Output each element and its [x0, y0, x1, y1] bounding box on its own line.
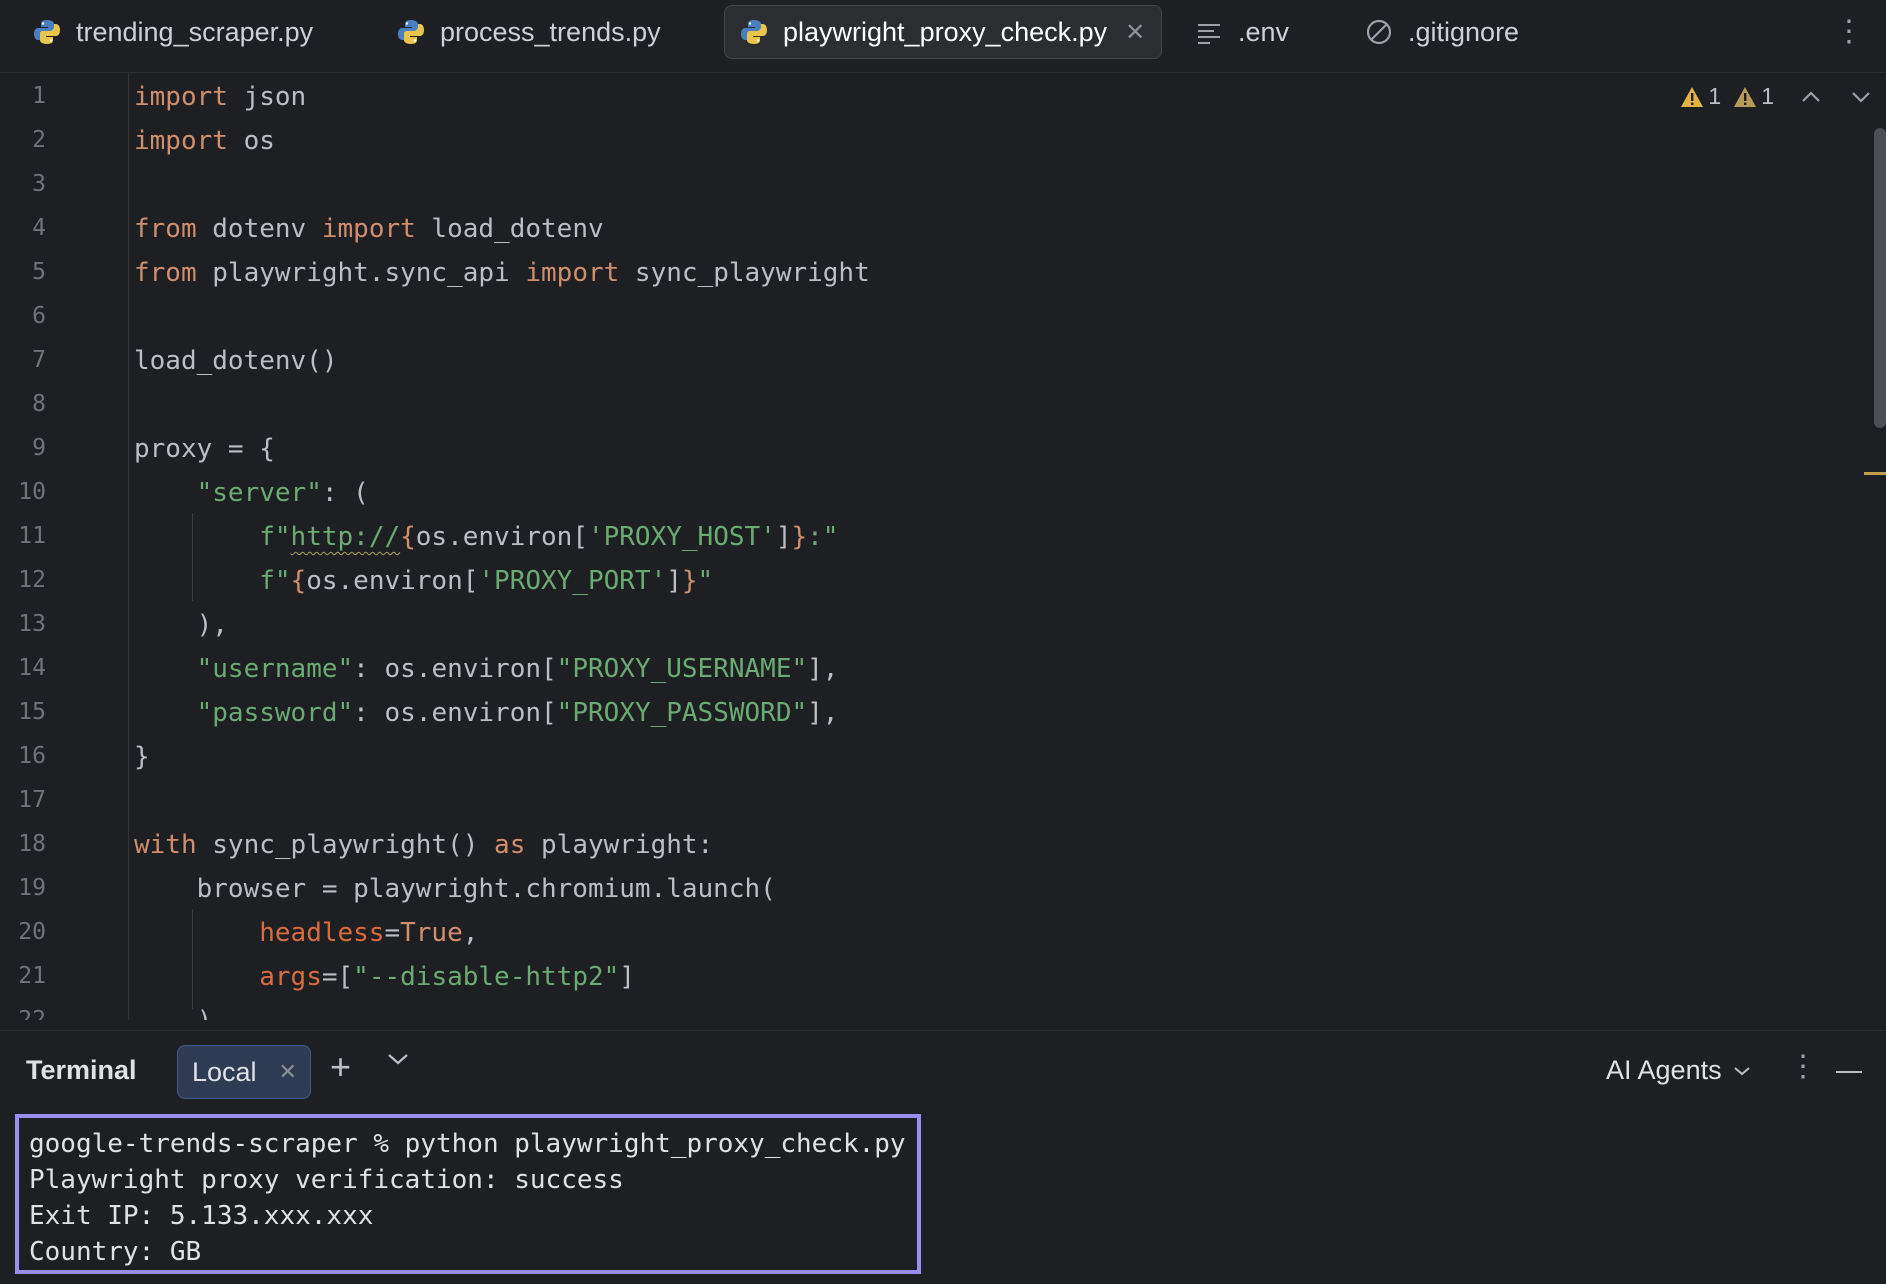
- close-icon[interactable]: ✕: [279, 1059, 297, 1085]
- close-icon[interactable]: ✕: [1125, 18, 1145, 47]
- code-line-9: proxy = {: [134, 434, 275, 464]
- warning-stripe-marker[interactable]: [1864, 472, 1886, 475]
- code-line-10: "server": (: [196, 478, 369, 508]
- tab-playwright-proxy-check[interactable]: playwright_proxy_check.py ✕: [724, 5, 1162, 59]
- line-number: 16: [18, 743, 46, 769]
- tab-label: trending_scraper.py: [76, 16, 314, 47]
- code-editor[interactable]: 1 2 3 4 5 6 7 8 9 10 11 12 13 14 15 16 1…: [0, 73, 1886, 1020]
- line-number: 21: [18, 963, 46, 989]
- code-line-5: from playwright.sync_api import sync_pla…: [134, 258, 870, 288]
- code-line-11: f"http://{os.environ['PROXY_HOST']}:": [259, 522, 839, 552]
- terminal-line: Country: GB: [29, 1237, 202, 1267]
- line-number: 9: [32, 435, 46, 461]
- terminal-line: Exit IP: 5.133.xxx.xxx: [29, 1201, 374, 1231]
- line-number: 1: [32, 83, 46, 109]
- tab-process-trends[interactable]: process_trends.py: [382, 5, 675, 59]
- code-line-18: with sync_playwright() as playwright:: [134, 830, 714, 860]
- code-line-1: import json: [134, 82, 307, 112]
- inspection-widget[interactable]: 1 1: [1680, 83, 1872, 110]
- line-number: 8: [32, 391, 46, 417]
- weak-warning-count[interactable]: 1: [1733, 83, 1774, 110]
- tab-gitignore[interactable]: .gitignore: [1350, 5, 1533, 59]
- code-line-15: "password": os.environ["PROXY_PASSWORD"]…: [196, 698, 839, 728]
- text-lines-icon: [1198, 24, 1220, 44]
- line-number: 2: [32, 127, 46, 153]
- chevron-up-icon[interactable]: [1800, 90, 1822, 104]
- vertical-scrollbar[interactable]: [1874, 128, 1886, 428]
- tab-env[interactable]: .env: [1180, 5, 1303, 59]
- python-icon: [34, 20, 60, 44]
- code-line-12: f"{os.environ['PROXY_PORT']}": [259, 566, 714, 596]
- line-number: 3: [32, 171, 46, 197]
- chevron-down-icon: [1733, 1066, 1750, 1075]
- more-options-icon[interactable]: ⋮: [1834, 14, 1864, 49]
- line-number: 5: [32, 259, 46, 285]
- tab-label: .gitignore: [1408, 16, 1520, 47]
- chevron-down-icon[interactable]: [386, 1051, 410, 1067]
- code-line-16: }: [134, 742, 150, 772]
- tab-label: playwright_proxy_check.py: [783, 16, 1108, 47]
- line-number: 17: [18, 787, 46, 813]
- terminal-line: google-trends-scraper % python playwrigh…: [29, 1129, 906, 1159]
- terminal-tab-local[interactable]: Local ✕: [177, 1045, 311, 1099]
- line-number: 22: [18, 1007, 46, 1020]
- code-line-19: browser = playwright.chromium.launch(: [134, 874, 776, 904]
- ai-agents-dropdown[interactable]: AI Agents: [1606, 1055, 1752, 1086]
- weak-warning-icon: [1734, 86, 1757, 107]
- line-number: 6: [32, 303, 46, 329]
- ide-window: trending_scraper.py process_trends.py pl…: [0, 0, 1886, 1284]
- more-options-icon[interactable]: ⋮: [1788, 1049, 1818, 1084]
- terminal-title: Terminal: [26, 1055, 137, 1085]
- tab-trending-scraper[interactable]: trending_scraper.py: [18, 5, 327, 59]
- python-icon: [741, 20, 767, 44]
- line-number: 11: [18, 523, 46, 549]
- terminal-tab-label: Local: [192, 1056, 257, 1087]
- line-number: 13: [18, 611, 46, 637]
- code-line-4: from dotenv import load_dotenv: [134, 214, 604, 244]
- line-number: 7: [32, 347, 46, 373]
- ignored-file-icon: [1366, 19, 1392, 45]
- code-line-7: load_dotenv(): [134, 346, 338, 376]
- line-number: 19: [18, 875, 46, 901]
- warning-count[interactable]: 1: [1680, 83, 1721, 110]
- terminal-output-highlight: google-trends-scraper % python playwrigh…: [15, 1114, 921, 1274]
- code-line-22: ): [134, 999, 213, 1020]
- line-number: 10: [18, 479, 46, 505]
- code-area[interactable]: import json import os from dotenv import…: [134, 73, 1826, 1020]
- python-icon: [398, 20, 424, 44]
- code-line-20: headless=True,: [259, 918, 479, 948]
- chevron-down-icon[interactable]: [1850, 90, 1872, 104]
- line-number: 14: [18, 655, 46, 681]
- line-number: 18: [18, 831, 46, 857]
- terminal-body[interactable]: google-trends-scraper % python playwrigh…: [0, 1114, 1886, 1284]
- editor-tab-bar: trending_scraper.py process_trends.py pl…: [0, 0, 1886, 73]
- line-number: 20: [18, 919, 46, 945]
- tab-label: .env: [1238, 16, 1290, 47]
- new-terminal-plus-icon[interactable]: +: [330, 1047, 351, 1087]
- line-number-gutter: 1 2 3 4 5 6 7 8 9 10 11 12 13 14 15 16 1…: [0, 73, 129, 1020]
- terminal-toolbar: Terminal Local ✕ + AI Agents ⋮: [0, 1030, 1886, 1115]
- line-number: 4: [32, 215, 46, 241]
- tab-label: process_trends.py: [440, 16, 661, 47]
- code-line-21: args=["--disable-http2"]: [259, 962, 635, 992]
- code-line-13: ),: [134, 610, 228, 640]
- terminal-line: Playwright proxy verification: success: [29, 1165, 624, 1195]
- warning-icon: [1681, 86, 1704, 107]
- code-line-2: import os: [134, 126, 275, 156]
- code-line-14: "username": os.environ["PROXY_USERNAME"]…: [196, 654, 839, 684]
- minimize-icon[interactable]: [1836, 1071, 1862, 1073]
- line-number: 12: [18, 567, 46, 593]
- line-number: 15: [18, 699, 46, 725]
- ai-agents-label: AI Agents: [1606, 1055, 1722, 1085]
